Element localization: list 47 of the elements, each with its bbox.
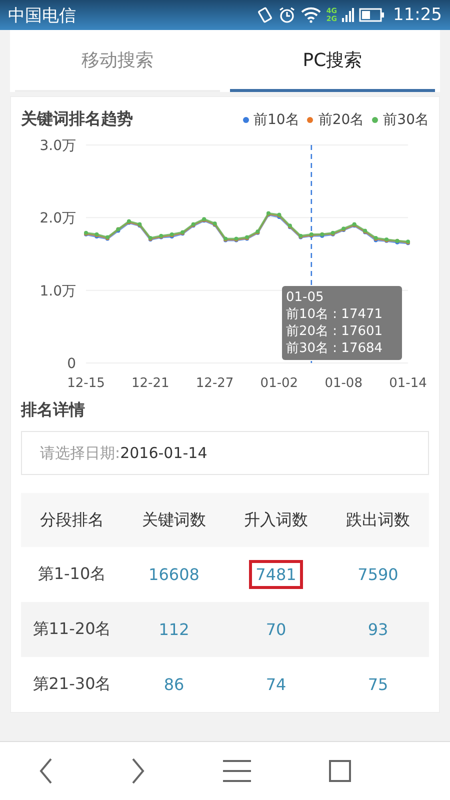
table-cell-text: 74: [264, 674, 288, 696]
tooltip-value: 前20名 : 17601: [286, 323, 384, 340]
legend-label: 前10名: [254, 110, 300, 128]
x-axis-label: 01-14: [389, 376, 427, 391]
y-axis-label: 1.0万: [40, 283, 76, 300]
legend-label: 前30名: [383, 110, 429, 128]
y-axis-label: 3.0万: [40, 138, 76, 154]
table-cell-text: 112: [158, 619, 190, 641]
chevron-left-icon: [38, 757, 54, 785]
wifi-icon: [301, 7, 322, 23]
date-field[interactable]: 请选择日期:2016-01-14: [21, 431, 429, 475]
carrier-name: 中国电信: [8, 4, 76, 26]
table-cell-text: 70: [264, 619, 288, 641]
column-header: 跌出词数: [345, 510, 411, 530]
battery-icon: [359, 8, 385, 22]
table-cell-text: 75: [366, 674, 390, 696]
section-title: 关键词排名趋势: [21, 109, 133, 130]
x-axis-label: 12-21: [132, 376, 170, 391]
tooltip-date: 01-05: [286, 289, 325, 306]
column-header: 分段排名: [39, 510, 105, 530]
table-cell-text: 7590: [356, 564, 400, 586]
table-cell: 7481: [248, 560, 304, 589]
x-axis-label: 12-15: [67, 376, 105, 391]
y-axis-label: 2.0万: [40, 210, 76, 227]
table-cell-text: 86: [162, 674, 186, 696]
column-header: 升入词数: [243, 510, 309, 530]
square-icon: [328, 759, 352, 783]
legend-label: 前20名: [318, 110, 364, 128]
x-axis-label: 12-27: [196, 376, 234, 391]
x-axis-label: 01-08: [324, 376, 362, 391]
vibrate-icon: [257, 6, 274, 24]
section-title: 排名详情: [21, 400, 85, 419]
tooltip-value: 前10名 : 17471: [286, 306, 384, 323]
column-header: 关键词数: [141, 510, 207, 530]
menu-icon: [222, 759, 252, 783]
tooltip-value: 前30名 : 17684: [286, 340, 384, 357]
table-cell-text: 93: [366, 619, 390, 641]
table-cell-text: 第1-10名: [36, 563, 108, 585]
chevron-right-icon: [130, 757, 146, 785]
y-axis-label: 0: [67, 356, 76, 372]
alarm-icon: [278, 6, 296, 24]
clock-time: 11:25: [393, 5, 442, 25]
x-axis-label: 01-02: [260, 376, 298, 391]
table-cell-text: 第11-20名: [32, 618, 112, 640]
signal-icon: [342, 7, 354, 23]
table-cell-text: 第21-30名: [32, 673, 112, 695]
table-cell-text: 16608: [148, 564, 200, 586]
